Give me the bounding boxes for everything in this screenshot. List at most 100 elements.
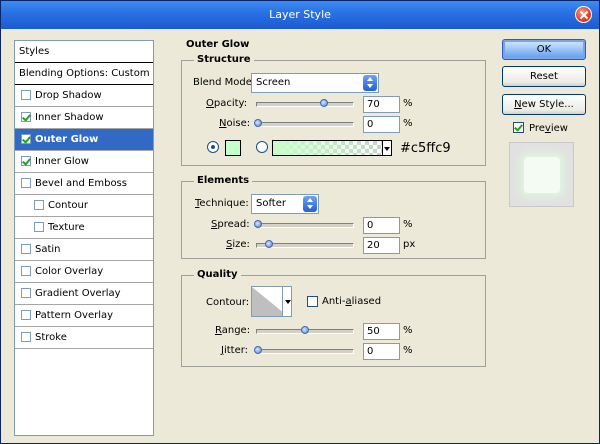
technique-value: Softer <box>256 198 286 209</box>
style-checkbox[interactable] <box>34 200 44 210</box>
glow-gradient-picker[interactable] <box>272 140 392 156</box>
style-label: Bevel and Emboss <box>35 178 127 189</box>
noise-unit: % <box>403 118 413 129</box>
styles-item-outer-glow[interactable]: Outer Glow <box>15 129 153 151</box>
new-style-button[interactable]: New Style... <box>502 94 586 115</box>
blend-mode-label: Blend Mode: <box>193 77 256 88</box>
jitter-unit: % <box>403 345 413 356</box>
style-checkbox[interactable] <box>21 156 31 166</box>
style-checkbox[interactable] <box>21 112 31 122</box>
jitter-slider-thumb[interactable] <box>254 346 262 354</box>
opacity-slider[interactable] <box>256 99 354 107</box>
quality-title: Quality <box>194 269 241 280</box>
anti-aliased-checkbox[interactable] <box>307 296 318 307</box>
select-arrows-icon <box>363 75 377 91</box>
range-slider-thumb[interactable] <box>301 326 309 334</box>
blend-mode-value: Screen <box>256 77 291 88</box>
range-label: Range: <box>215 325 251 336</box>
jitter-input[interactable]: 0 <box>363 343 400 360</box>
styles-item-stroke[interactable]: Stroke <box>15 327 153 349</box>
opacity-slider-thumb[interactable] <box>320 99 328 107</box>
styles-item-gradient-overlay[interactable]: Gradient Overlay <box>15 283 153 305</box>
range-input[interactable]: 50 <box>363 323 400 340</box>
section-title: Outer Glow <box>186 39 250 50</box>
gradient-dropdown-icon[interactable] <box>382 140 392 156</box>
style-checkbox[interactable] <box>21 288 31 298</box>
preview-checkbox[interactable] <box>513 122 524 133</box>
reset-button[interactable]: Reset <box>502 66 586 87</box>
window-title: Layer Style <box>269 8 331 21</box>
opacity-label: Opacity: <box>206 98 248 109</box>
styles-item-bevel-and-emboss[interactable]: Bevel and Emboss <box>15 173 153 195</box>
ok-button[interactable]: OK <box>502 39 586 60</box>
noise-input[interactable]: 0 <box>363 116 400 133</box>
style-label: Color Overlay <box>35 266 104 277</box>
layer-style-dialog: Layer Style Styles Blending Options: Cus… <box>0 0 600 444</box>
styles-item-inner-shadow[interactable]: Inner Shadow <box>15 107 153 129</box>
style-preview <box>509 142 574 207</box>
preview-swatch <box>524 157 560 193</box>
solid-color-radio[interactable] <box>207 141 219 153</box>
styles-item-color-overlay[interactable]: Color Overlay <box>15 261 153 283</box>
blending-options-item[interactable]: Blending Options: Custom <box>15 63 153 85</box>
style-label: Stroke <box>35 332 67 343</box>
gradient-radio[interactable] <box>256 141 268 153</box>
anti-aliased-label: Anti-aliased <box>322 296 382 307</box>
preview-label: Preview <box>529 123 568 134</box>
opacity-unit: % <box>403 98 413 109</box>
glow-color-swatch[interactable] <box>225 140 241 156</box>
style-checkbox[interactable] <box>21 244 31 254</box>
contour-label: Contour: <box>206 297 250 308</box>
spread-label: Spread: <box>211 219 250 230</box>
styles-item-texture[interactable]: Texture <box>15 217 153 239</box>
style-checkbox[interactable] <box>21 178 31 188</box>
range-unit: % <box>403 325 413 336</box>
noise-slider-thumb[interactable] <box>254 119 262 127</box>
select-arrows-icon <box>303 196 317 212</box>
size-input[interactable]: 20 <box>363 237 400 254</box>
styles-header[interactable]: Styles <box>15 41 153 63</box>
style-label: Inner Shadow <box>35 112 104 123</box>
style-label: Gradient Overlay <box>35 288 121 299</box>
style-label: Drop Shadow <box>35 90 102 101</box>
jitter-slider[interactable] <box>254 346 354 354</box>
technique-select[interactable]: Softer <box>251 194 319 214</box>
close-icon[interactable] <box>575 6 592 23</box>
style-checkbox[interactable] <box>21 134 31 144</box>
range-slider[interactable] <box>256 326 354 334</box>
styles-item-inner-glow[interactable]: Inner Glow <box>15 151 153 173</box>
technique-label: Technique: <box>195 198 249 209</box>
styles-item-drop-shadow[interactable]: Drop Shadow <box>15 85 153 107</box>
spread-slider[interactable] <box>254 220 354 228</box>
noise-label: Noise: <box>219 118 251 129</box>
spread-slider-thumb[interactable] <box>254 220 262 228</box>
color-hex-value: #c5ffc9 <box>400 141 451 156</box>
style-checkbox[interactable] <box>21 90 31 100</box>
style-checkbox[interactable] <box>34 222 44 232</box>
styles-item-contour[interactable]: Contour <box>15 195 153 217</box>
blend-mode-select[interactable]: Screen <box>251 73 379 93</box>
styles-item-satin[interactable]: Satin <box>15 239 153 261</box>
style-checkbox[interactable] <box>21 310 31 320</box>
noise-slider[interactable] <box>254 119 354 127</box>
style-label: Pattern Overlay <box>35 310 114 321</box>
structure-title: Structure <box>194 54 254 65</box>
spread-unit: % <box>403 219 413 230</box>
elements-title: Elements <box>194 175 253 186</box>
size-slider-thumb[interactable] <box>265 240 273 248</box>
style-label: Outer Glow <box>35 134 99 145</box>
opacity-input[interactable]: 70 <box>363 96 400 113</box>
style-checkbox[interactable] <box>21 266 31 276</box>
style-label: Satin <box>35 244 61 255</box>
style-checkbox[interactable] <box>21 332 31 342</box>
title-bar[interactable]: Layer Style <box>1 1 599 29</box>
style-label: Texture <box>48 222 85 233</box>
spread-input[interactable]: 0 <box>363 217 400 234</box>
styles-item-pattern-overlay[interactable]: Pattern Overlay <box>15 305 153 327</box>
jitter-label: Jitter: <box>221 345 249 356</box>
style-label: Inner Glow <box>35 156 89 167</box>
contour-dropdown-icon[interactable] <box>282 286 292 317</box>
size-slider[interactable] <box>256 240 354 248</box>
styles-list: Styles Blending Options: Custom Drop Sha… <box>14 40 154 436</box>
size-unit: px <box>403 239 416 250</box>
